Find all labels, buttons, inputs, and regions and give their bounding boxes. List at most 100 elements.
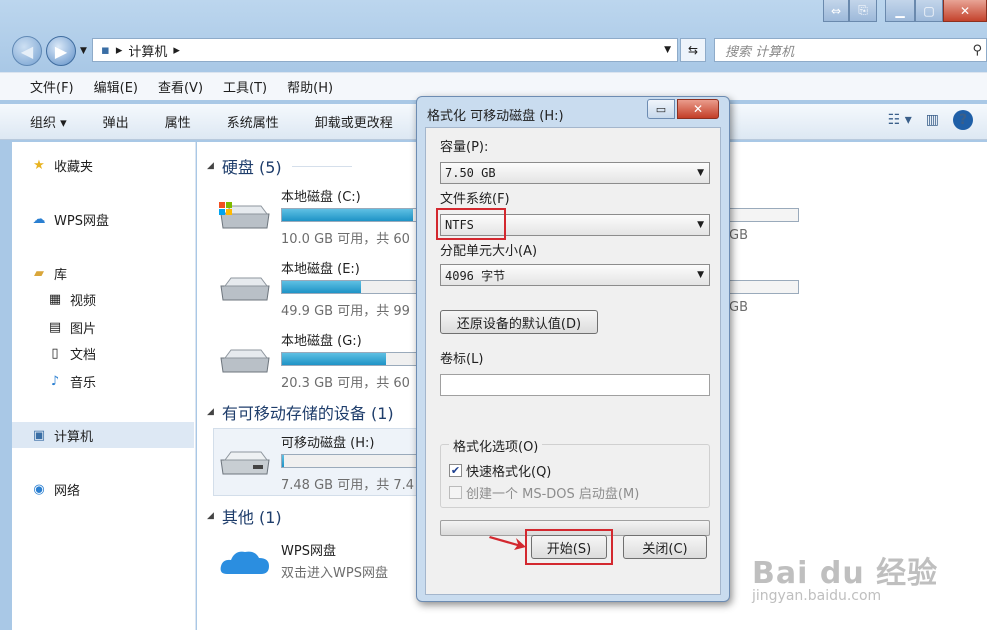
uninstall-button[interactable]: 卸载或更改程 bbox=[315, 112, 393, 131]
sidebar-item-pictures[interactable]: ▤ 图片 bbox=[46, 318, 96, 337]
usage-fill bbox=[282, 209, 414, 221]
sidebar-item-network[interactable]: ◉ 网络 bbox=[30, 480, 80, 499]
close-dialog-button[interactable]: 关闭(C) bbox=[623, 535, 707, 559]
removable-drive-icon bbox=[220, 451, 270, 475]
highlight-box-start bbox=[525, 529, 613, 565]
drive-usage-bar bbox=[729, 208, 799, 222]
menu-file[interactable]: 文件(F) bbox=[30, 77, 74, 96]
picture-icon: ▤ bbox=[48, 320, 62, 335]
quick-format-checkbox[interactable]: ✔ 快速格式化(Q) bbox=[449, 461, 551, 480]
group-header-hard-disks[interactable]: ◢ 硬盘 (5) bbox=[207, 154, 352, 178]
drive-free-space: 10.0 GB 可用，共 60 bbox=[281, 232, 410, 247]
refresh-button[interactable]: ⇆ bbox=[680, 38, 706, 62]
sidebar-item-favorites[interactable]: ★ 收藏夹 bbox=[30, 156, 93, 175]
msdos-checkbox[interactable]: 创建一个 MS-DOS 启动盘(M) bbox=[449, 483, 639, 502]
view-options-icon[interactable]: ☷ ▾ bbox=[888, 112, 912, 128]
volume-label-input[interactable] bbox=[440, 374, 710, 396]
chevron-down-icon: ▼ bbox=[697, 168, 704, 178]
exit-icon[interactable]: ⎘ bbox=[849, 0, 877, 22]
address-chevron-icon[interactable]: ▸ bbox=[173, 43, 180, 58]
capacity-select[interactable]: 7.50 GB ▼ bbox=[440, 162, 710, 184]
collapse-triangle-icon[interactable]: ◢ bbox=[207, 161, 214, 171]
back-button[interactable]: ◀ bbox=[12, 36, 42, 66]
sidebar-item-label: 音乐 bbox=[70, 376, 97, 391]
menu-tools[interactable]: 工具(T) bbox=[223, 77, 267, 96]
allocation-label: 分配单元大小(A) bbox=[440, 244, 538, 259]
red-arrow-icon bbox=[489, 536, 526, 550]
address-bar[interactable]: ▪ ▸ 计算机 ▸ ▼ bbox=[92, 38, 678, 62]
menu-edit[interactable]: 编辑(E) bbox=[94, 77, 138, 96]
dialog-close-button[interactable]: ✕ bbox=[677, 99, 719, 119]
group-header-other[interactable]: ◢ 其他 (1) bbox=[207, 504, 282, 528]
sidebar-item-label: 收藏夹 bbox=[54, 160, 94, 175]
network-icon: ◉ bbox=[33, 482, 45, 497]
group-divider bbox=[291, 165, 352, 167]
forward-button[interactable]: ▶ bbox=[46, 36, 76, 66]
restore-defaults-button[interactable]: 还原设备的默认值(D) bbox=[440, 310, 598, 334]
baidu-watermark: Bai du 经验 bbox=[752, 556, 939, 591]
sidebar-item-label: 图片 bbox=[70, 322, 97, 337]
cloud-icon: ☁ bbox=[32, 212, 46, 227]
sidebar-item-label: 文档 bbox=[70, 348, 97, 363]
address-dropdown-icon[interactable]: ▼ bbox=[664, 45, 671, 55]
options-legend: 格式化选项(O) bbox=[449, 436, 543, 455]
sidebar-item-label: 网络 bbox=[54, 484, 81, 499]
eject-button[interactable]: 弹出 bbox=[103, 112, 129, 131]
collapse-triangle-icon[interactable]: ◢ bbox=[207, 407, 214, 417]
drive-name: 可移动磁盘 (H:) bbox=[281, 436, 375, 451]
dialog-help-button[interactable]: ▭ bbox=[647, 99, 675, 119]
allocation-select[interactable]: 4096 字节 ▼ bbox=[440, 264, 710, 286]
highlight-box-filesystem bbox=[436, 208, 506, 240]
drive-name: 本地磁盘 (E:) bbox=[281, 262, 360, 277]
sidebar-item-music[interactable]: ♪ 音乐 bbox=[46, 372, 96, 391]
collapse-triangle-icon[interactable]: ◢ bbox=[207, 511, 214, 521]
history-dropdown-icon[interactable]: ▼ bbox=[80, 46, 87, 56]
item-name: WPS网盘 bbox=[281, 544, 336, 559]
search-input[interactable]: 搜索 计算机 ⚲ bbox=[714, 38, 987, 62]
sidebar-item-library[interactable]: ▰ 库 bbox=[30, 264, 67, 283]
drive-name: 本地磁盘 (G:) bbox=[281, 334, 362, 349]
address-chevron-icon[interactable]: ▸ bbox=[116, 43, 123, 58]
star-icon: ★ bbox=[33, 158, 45, 173]
music-note-icon: ♪ bbox=[50, 374, 60, 389]
drive-usage-bar bbox=[729, 280, 799, 294]
preview-pane-icon[interactable]: ▥ bbox=[926, 112, 939, 128]
sidebar-item-videos[interactable]: ▦ 视频 bbox=[46, 290, 96, 309]
hard-drive-icon bbox=[220, 349, 270, 373]
wps-cloud-icon bbox=[220, 551, 269, 574]
navigation-pane: ★ 收藏夹 ☁ WPS网盘 ▰ 库 ▦ 视频 ▤ 图片 ▯ 文档 ♪ 音乐 ▣ bbox=[12, 142, 196, 630]
help-icon[interactable]: ? bbox=[953, 110, 973, 130]
address-segment[interactable]: 计算机 bbox=[128, 41, 167, 60]
drive-size-text: GB bbox=[729, 300, 748, 315]
sidebar-item-computer[interactable]: ▣ 计算机 bbox=[12, 422, 194, 448]
search-icon[interactable]: ⚲ bbox=[972, 43, 982, 58]
sidebar-item-wps[interactable]: ☁ WPS网盘 bbox=[30, 210, 109, 229]
organize-button[interactable]: 组织 ▾ bbox=[30, 112, 67, 131]
sidebar-item-label: 计算机 bbox=[54, 429, 94, 445]
minimize-button[interactable]: ▁ bbox=[885, 0, 915, 22]
dialog-body: 容量(P): 7.50 GB ▼ 文件系统(F) NTFS ▼ 分配单元大小(A… bbox=[425, 127, 721, 595]
drive-free-space: 20.3 GB 可用，共 60 bbox=[281, 376, 410, 391]
baidu-watermark-url: jingyan.baidu.com bbox=[752, 588, 882, 604]
group-header-removable[interactable]: ◢ 有可移动存储的设备 (1) bbox=[207, 400, 394, 424]
close-button[interactable]: ✕ bbox=[943, 0, 987, 22]
properties-button[interactable]: 属性 bbox=[165, 112, 191, 131]
format-options-group: 格式化选项(O) ✔ 快速格式化(Q) 创建一个 MS-DOS 启动盘(M) bbox=[440, 436, 710, 508]
sidebar-item-label: 库 bbox=[54, 268, 68, 283]
restore-arrows-icon[interactable]: ⇔ bbox=[823, 0, 849, 22]
document-icon: ▯ bbox=[51, 346, 59, 361]
sidebar-item-documents[interactable]: ▯ 文档 bbox=[46, 344, 96, 363]
group-title: 硬盘 (5) bbox=[221, 158, 282, 177]
menu-view[interactable]: 查看(V) bbox=[158, 77, 203, 96]
maximize-button[interactable]: ▢ bbox=[915, 0, 943, 22]
msdos-label: 创建一个 MS-DOS 启动盘(M) bbox=[466, 487, 640, 502]
chevron-down-icon: ▼ bbox=[697, 220, 704, 230]
drive-free-space: 7.48 GB 可用，共 7.4 bbox=[281, 478, 415, 493]
allocation-value: 4096 字节 bbox=[445, 268, 506, 283]
caption-buttons: ⇔ ⎘ ▁ ▢ ✕ bbox=[823, 0, 987, 22]
menu-help[interactable]: 帮助(H) bbox=[287, 77, 333, 96]
format-dialog: 格式化 可移动磁盘 (H:) ▭ ✕ 容量(P): 7.50 GB ▼ 文件系统… bbox=[416, 96, 730, 602]
drive-free-space: 49.9 GB 可用，共 99 bbox=[281, 304, 410, 319]
system-properties-button[interactable]: 系统属性 bbox=[227, 112, 279, 131]
checkbox-empty bbox=[449, 486, 462, 499]
